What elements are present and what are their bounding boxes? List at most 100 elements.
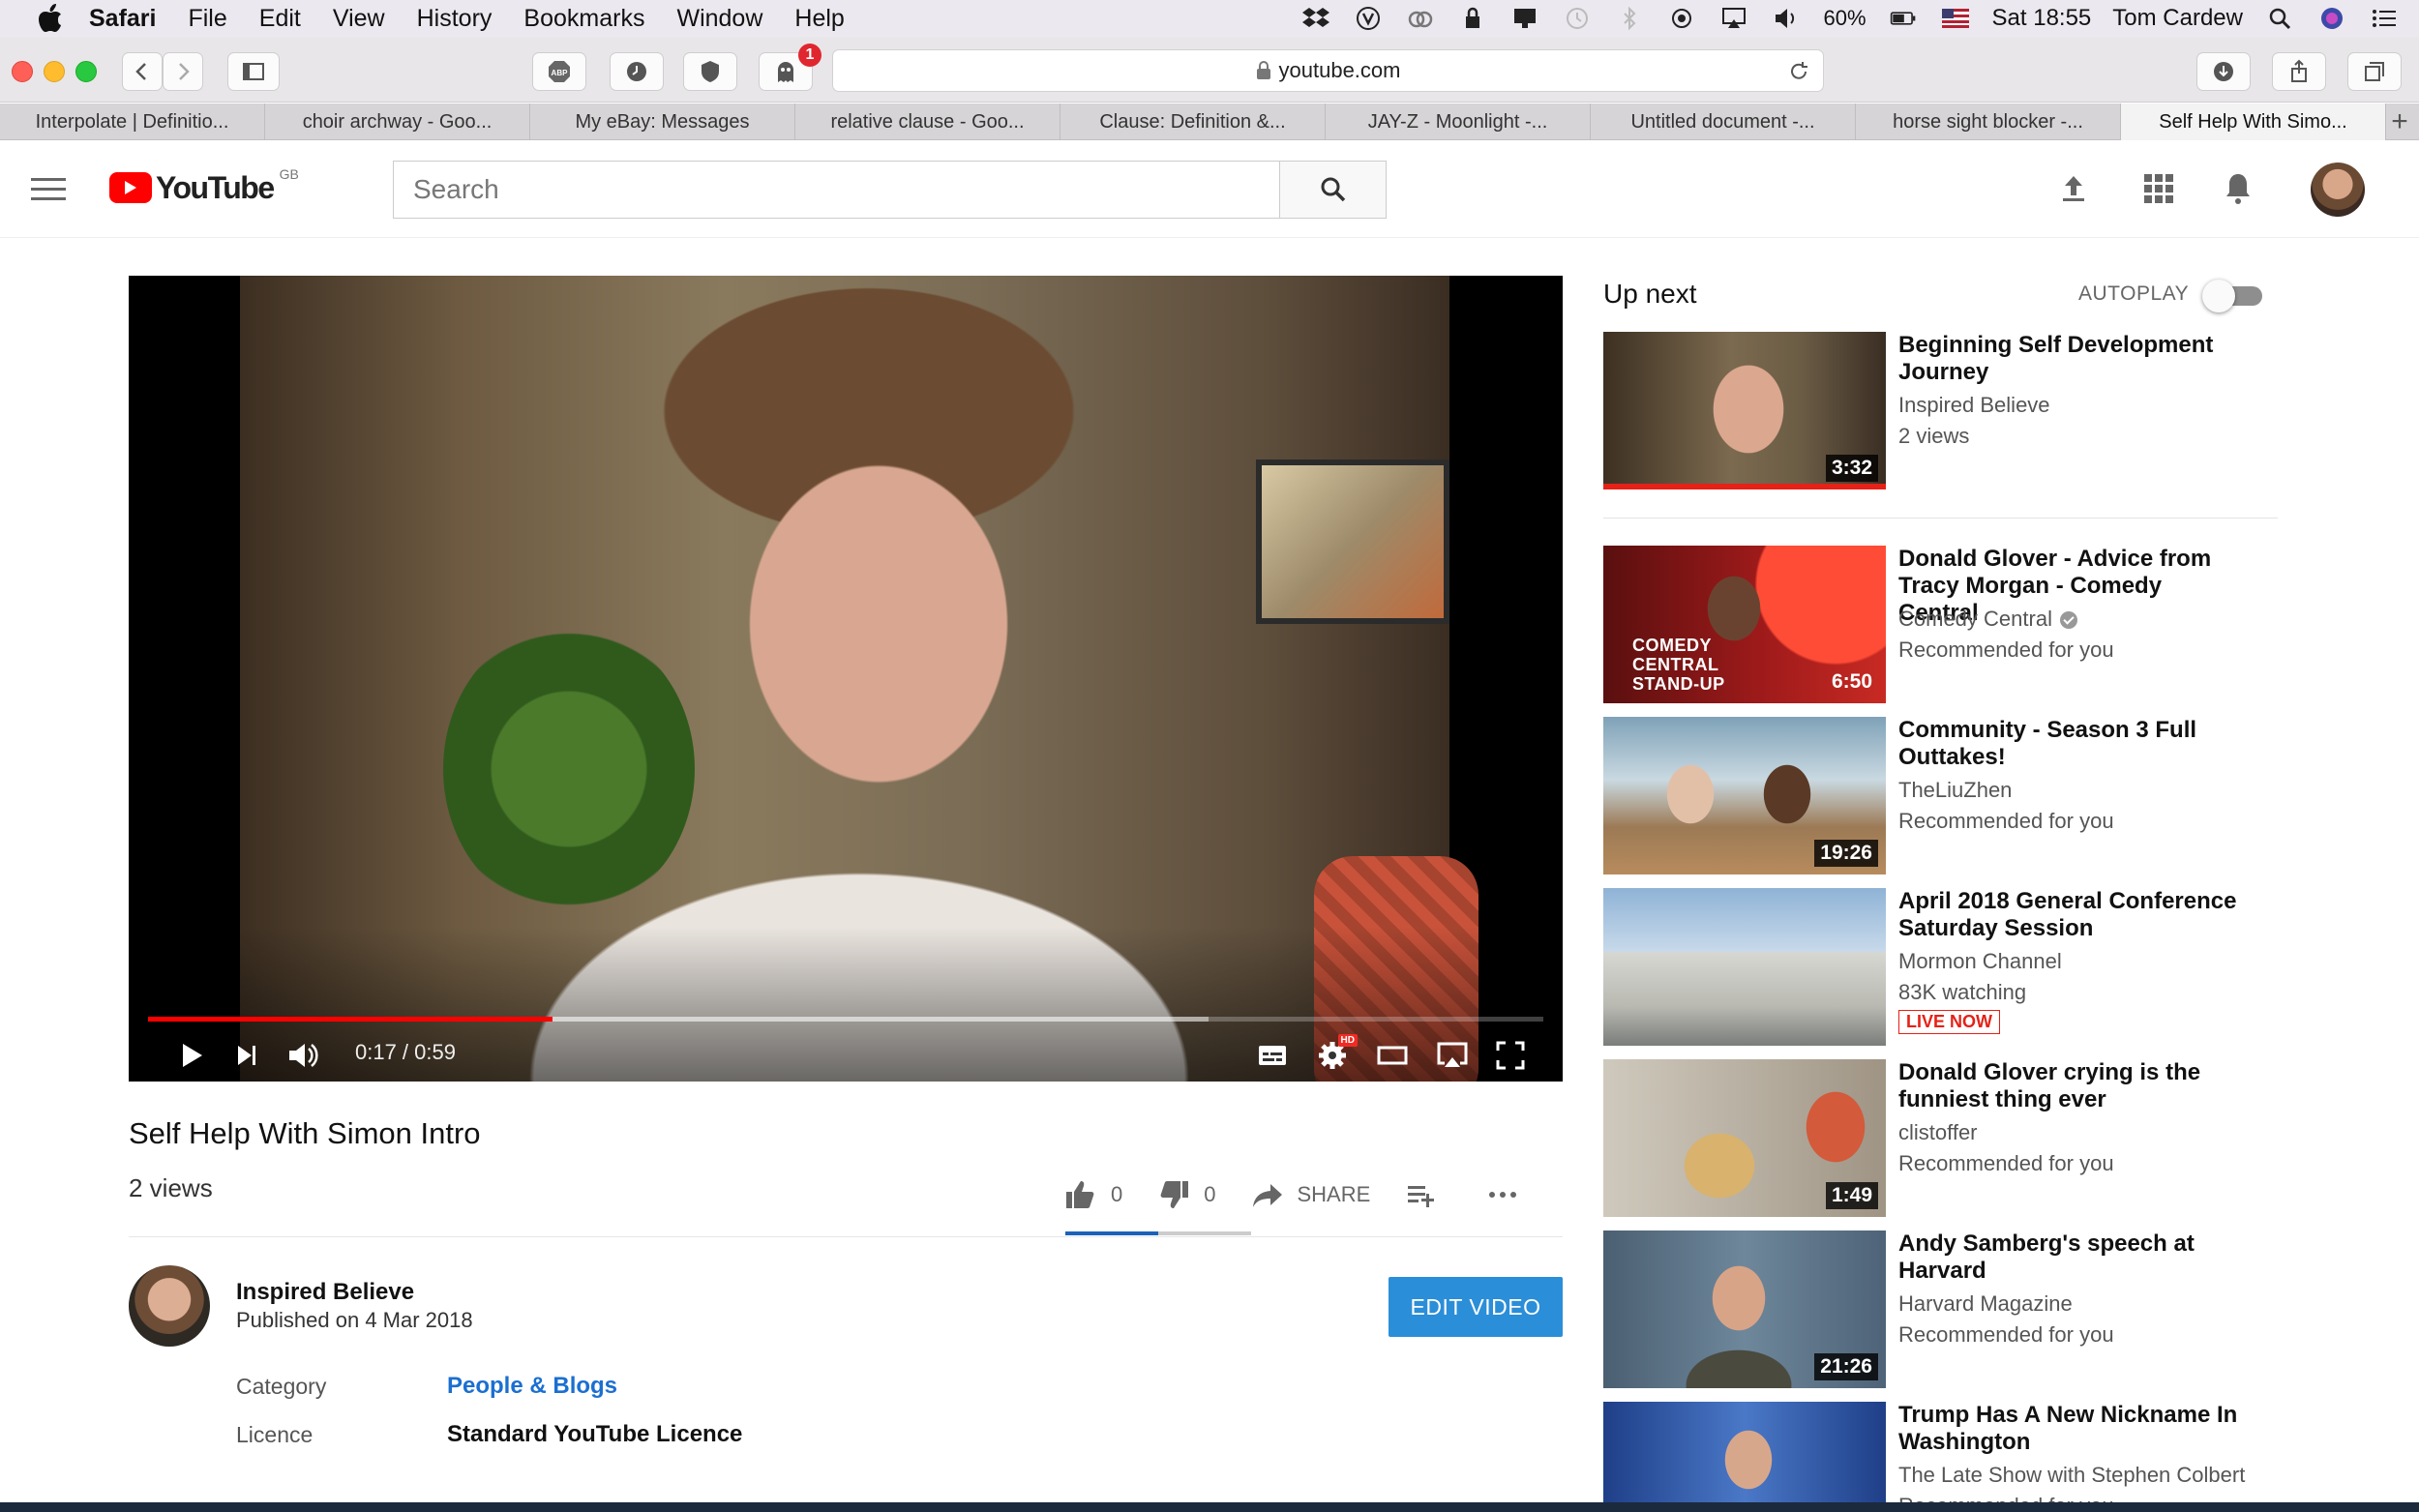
video-thumbnail[interactable]: 1:49 [1603,1059,1886,1217]
menu-edit[interactable]: Edit [259,5,301,33]
menu-safari[interactable]: Safari [89,5,156,33]
menu-bookmarks[interactable]: Bookmarks [523,5,644,33]
video-thumbnail[interactable] [1603,888,1886,1046]
video-thumbnail[interactable] [1603,1402,1886,1512]
video-thumbnail[interactable]: COMEDY CENTRAL STAND-UP 6:50 [1603,546,1886,703]
browser-tab[interactable]: My eBay: Messages [530,104,795,140]
edit-video-button[interactable]: EDIT VIDEO [1389,1277,1563,1337]
siri-icon[interactable] [2316,5,2347,32]
video-title[interactable]: Andy Samberg's speech at Harvard [1898,1230,2247,1285]
browser-tab[interactable]: JAY-Z - Moonlight -... [1326,104,1591,140]
address-bar[interactable]: youtube.com [832,49,1824,92]
video-title[interactable]: Donald Glover crying is the funniest thi… [1898,1059,2247,1113]
recommended-video[interactable]: April 2018 General Conference Saturday S… [1603,888,2377,1048]
theater-mode-button[interactable] [1371,1034,1414,1077]
notification-center-icon[interactable] [2369,5,2400,32]
share-button[interactable] [2272,52,2326,91]
reload-icon[interactable] [1786,59,1811,84]
captions-button[interactable] [1251,1034,1294,1077]
us-flag-icon[interactable] [1940,5,1971,32]
video-thumbnail[interactable]: 3:32 [1603,332,1886,489]
bluetooth-icon[interactable] [1614,5,1645,32]
apps-grid-icon[interactable] [2140,170,2177,207]
recommended-video[interactable]: 1:49 Donald Glover crying is the funnies… [1603,1059,2377,1219]
progress-bar[interactable] [148,1017,1543,1022]
autoplay-label: AUTOPLAY [2078,282,2190,305]
video-thumbnail[interactable]: 19:26 [1603,717,1886,875]
extension-shield-button[interactable] [683,52,737,91]
extension-clock-button[interactable] [610,52,664,91]
hamburger-menu-icon[interactable] [31,176,66,203]
browser-tab[interactable]: Untitled document -... [1591,104,1856,140]
youtube-logo[interactable]: YouTube GB [109,166,299,207]
video-title[interactable]: Community - Season 3 Full Outtakes! [1898,717,2247,771]
video-player[interactable]: 0:17 / 0:59 HD [129,276,1563,1082]
adblock-plus-button[interactable]: ABP [532,52,586,91]
menu-history[interactable]: History [417,5,493,33]
volume-icon[interactable] [1771,5,1802,32]
video-title[interactable]: April 2018 General Conference Saturday S… [1898,888,2247,942]
time-machine-icon[interactable] [1562,5,1593,32]
autoplay-toggle[interactable] [2202,280,2266,312]
back-button[interactable] [122,52,163,91]
window-zoom-button[interactable] [75,61,97,82]
browser-tab[interactable]: Interpolate | Definitio... [0,104,265,140]
video-title[interactable]: Trump Has A New Nickname In Washington [1898,1402,2247,1456]
vivaldi-icon[interactable] [1353,5,1384,32]
volume-button[interactable] [282,1034,324,1077]
recommended-video[interactable]: Trump Has A New Nickname In Washington T… [1603,1402,2377,1512]
upload-icon[interactable] [2055,170,2092,207]
tab-overview-button[interactable] [2347,52,2402,91]
channel-name[interactable]: Inspired Believe [236,1279,414,1306]
browser-tab[interactable]: relative clause - Goo... [795,104,1060,140]
share-button[interactable]: SHARE [1251,1178,1370,1211]
creative-cloud-icon[interactable] [1405,5,1436,32]
browser-tab-active[interactable]: Self Help With Simo... [2121,104,2386,140]
forward-button[interactable] [163,52,203,91]
search-button[interactable] [1279,162,1386,218]
browser-tab[interactable]: Clause: Definition &... [1060,104,1326,140]
browser-tab[interactable]: choir archway - Goo... [265,104,530,140]
menu-view[interactable]: View [333,5,385,33]
like-button[interactable]: 0 [1064,1178,1122,1211]
new-tab-button[interactable]: + [2386,104,2413,139]
next-button[interactable] [225,1034,268,1077]
airplay-icon[interactable] [1718,5,1749,32]
sidebar-toggle-button[interactable] [227,52,280,91]
play-button[interactable] [169,1034,212,1077]
menu-help[interactable]: Help [794,5,844,33]
extension-ghost-button[interactable]: 1 [759,44,821,91]
up-next-video[interactable]: 3:32 Beginning Self Development Journey … [1603,332,2377,491]
menubar-clock[interactable]: Sat 18:55 [1992,5,2092,32]
screen-sharing-icon[interactable] [1509,5,1540,32]
search-input[interactable] [394,162,1279,218]
sync-icon[interactable] [1666,5,1697,32]
dislike-button[interactable]: 0 [1157,1178,1216,1211]
menubar-user[interactable]: Tom Cardew [2112,5,2243,32]
recommended-video[interactable]: 21:26 Andy Samberg's speech at Harvard H… [1603,1230,2377,1390]
airplay-button[interactable] [1431,1034,1474,1077]
video-thumbnail[interactable]: 21:26 [1603,1230,1886,1388]
window-minimize-button[interactable] [44,61,65,82]
menu-window[interactable]: Window [676,5,762,33]
notifications-bell-icon[interactable] [2220,170,2256,207]
spotlight-icon[interactable] [2264,5,2295,32]
settings-button[interactable]: HD [1311,1034,1358,1077]
channel-avatar[interactable] [129,1265,210,1347]
more-actions-button[interactable] [1486,1178,1533,1211]
video-title[interactable]: Beginning Self Development Journey [1898,332,2247,386]
recommended-video[interactable]: 19:26 Community - Season 3 Full Outtakes… [1603,717,2377,876]
browser-tab[interactable]: horse sight blocker -... [1856,104,2121,140]
fullscreen-button[interactable] [1489,1034,1532,1077]
apple-menu-icon[interactable] [31,4,70,33]
add-to-playlist-button[interactable] [1405,1178,1451,1211]
downloads-button[interactable] [2196,52,2251,91]
dropbox-icon[interactable] [1300,5,1331,32]
lock-icon[interactable] [1457,5,1488,32]
account-avatar[interactable] [2311,163,2365,217]
window-close-button[interactable] [12,61,33,82]
menu-file[interactable]: File [188,5,226,33]
battery-icon[interactable] [1888,5,1919,32]
recommended-video[interactable]: COMEDY CENTRAL STAND-UP 6:50 Donald Glov… [1603,546,2377,705]
category-link[interactable]: People & Blogs [447,1373,617,1400]
